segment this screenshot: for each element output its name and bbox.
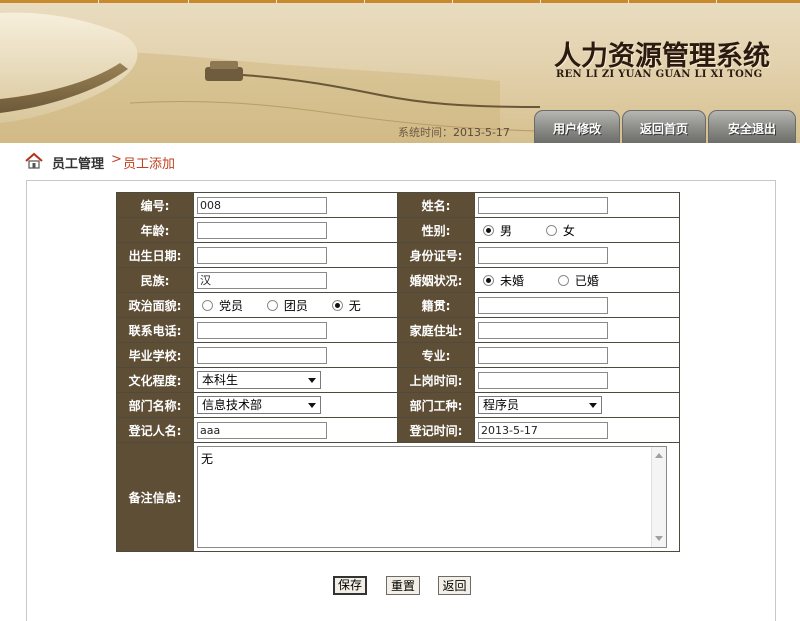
- return-home-button[interactable]: 返回首页: [622, 110, 706, 143]
- id-card-input[interactable]: [478, 246, 608, 264]
- system-title: 人力资源管理系统: [554, 41, 770, 72]
- remark-scrollbar[interactable]: [651, 447, 666, 547]
- native-place-input[interactable]: [478, 296, 608, 314]
- address-input[interactable]: [478, 321, 608, 339]
- registrar-input[interactable]: [197, 421, 327, 439]
- label-department: 部门名称:: [116, 392, 194, 418]
- education-select[interactable]: 本科生: [197, 371, 321, 389]
- label-major: 专业:: [397, 342, 475, 368]
- breadcrumb-separator: >: [111, 152, 122, 167]
- school-input[interactable]: [197, 346, 327, 364]
- label-native-place: 籍贯:: [397, 292, 475, 318]
- user-modify-button[interactable]: 用户修改: [534, 110, 620, 143]
- political-none-label: 无: [348, 298, 361, 313]
- label-phone: 联系电话:: [116, 317, 194, 343]
- marital-married-label: 已婚: [574, 273, 599, 288]
- label-job-type: 部门工种:: [397, 392, 475, 418]
- system-title-pinyin: REN LI ZI YUAN GUAN LI XI TONG: [556, 69, 763, 80]
- label-start-date: 上岗时间:: [397, 367, 475, 393]
- political-league-radio[interactable]: [266, 299, 278, 311]
- remark-text: 无: [201, 452, 214, 466]
- register-time-input[interactable]: [478, 421, 608, 439]
- gender-male-label: 男: [500, 223, 513, 238]
- phone-input[interactable]: [197, 321, 327, 339]
- label-education: 文化程度:: [116, 367, 194, 393]
- age-input[interactable]: [197, 221, 327, 239]
- birthday-input[interactable]: [197, 246, 327, 264]
- label-id-card: 身份证号:: [397, 242, 475, 268]
- back-button[interactable]: 返回: [438, 576, 471, 595]
- gender-female-label: 女: [562, 223, 575, 238]
- department-select[interactable]: 信息技术部: [197, 396, 321, 414]
- marital-married-radio[interactable]: [557, 274, 569, 286]
- save-button[interactable]: 保存: [333, 576, 367, 595]
- political-party-radio[interactable]: [202, 299, 213, 311]
- marital-unmarried-radio[interactable]: [483, 274, 494, 286]
- label-registrar: 登记人名:: [116, 417, 194, 443]
- department-selected-value: 信息技术部: [202, 398, 263, 412]
- home-icon: [25, 152, 43, 169]
- chevron-down-icon: [589, 403, 597, 408]
- label-nation: 民族:: [116, 267, 194, 293]
- label-address: 家庭住址:: [397, 317, 475, 343]
- header-banner: 人力资源管理系统 REN LI ZI YUAN GUAN LI XI TONG …: [0, 0, 800, 143]
- label-marital: 婚姻状况:: [397, 267, 475, 293]
- major-input[interactable]: [478, 346, 608, 364]
- gender-female-radio[interactable]: [545, 224, 557, 236]
- system-time: 系统时间：2013-5-17: [398, 124, 510, 140]
- political-league-label: 团员: [283, 298, 308, 313]
- political-none-radio[interactable]: [331, 299, 343, 311]
- marital-unmarried-label: 未婚: [500, 273, 525, 288]
- job-type-select[interactable]: 程序员: [478, 396, 602, 414]
- start-date-input[interactable]: [478, 371, 608, 389]
- system-time-value: 2013-5-17: [453, 126, 510, 139]
- gender-male-radio[interactable]: [483, 224, 494, 236]
- name-input[interactable]: [478, 196, 608, 214]
- label-register-time: 登记时间:: [397, 417, 475, 443]
- chevron-down-icon: [308, 378, 316, 383]
- remark-textarea[interactable]: 无: [197, 446, 667, 548]
- scroll-down-icon[interactable]: [655, 536, 663, 541]
- scroll-up-icon[interactable]: [655, 453, 663, 458]
- label-birthday: 出生日期:: [116, 242, 194, 268]
- reset-button[interactable]: 重置: [386, 576, 420, 595]
- label-political: 政治面貌:: [116, 292, 194, 318]
- political-party-label: 党员: [219, 298, 244, 313]
- employee-add-form: 编号: 姓名: 年龄: 性别: 男 女 出生日期: 身份证号: 民族: 婚姻状况…: [116, 192, 680, 552]
- logout-button[interactable]: 安全退出: [708, 110, 796, 143]
- label-remark: 备注信息:: [116, 442, 194, 552]
- education-selected-value: 本科生: [202, 373, 239, 387]
- system-time-label: 系统时间：: [398, 126, 453, 139]
- breadcrumb-section[interactable]: 员工管理: [52, 153, 104, 172]
- label-name: 姓名:: [397, 192, 475, 218]
- job-type-selected-value: 程序员: [483, 398, 520, 412]
- nation-input[interactable]: [197, 271, 327, 289]
- label-id: 编号:: [116, 192, 194, 218]
- breadcrumb-current: 员工添加: [123, 157, 176, 172]
- chevron-down-icon: [308, 403, 316, 408]
- label-school: 毕业学校:: [116, 342, 194, 368]
- label-age: 年龄:: [116, 217, 194, 243]
- label-gender: 性别:: [397, 217, 475, 243]
- id-input[interactable]: [197, 196, 327, 214]
